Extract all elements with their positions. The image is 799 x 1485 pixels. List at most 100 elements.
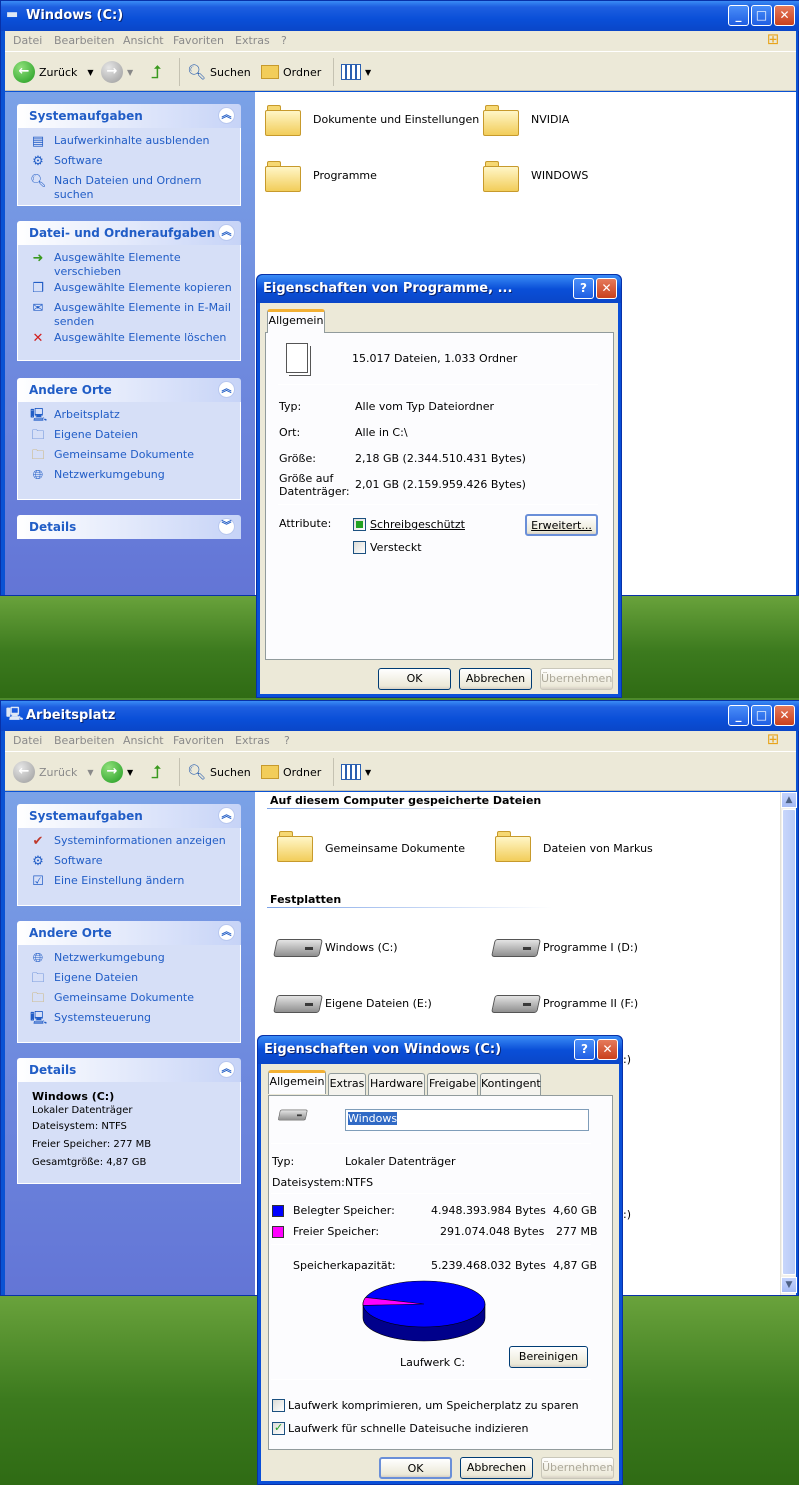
menu-ansicht[interactable]: Ansicht bbox=[123, 34, 164, 47]
task-move-items[interactable]: ➜ Ausgewählte Elemente verschieben bbox=[18, 251, 240, 281]
drive-label[interactable]: Eigene Dateien (E:) bbox=[325, 997, 432, 1010]
menu-favoriten[interactable]: Favoriten bbox=[173, 34, 224, 47]
dialog-title-bar[interactable]: Eigenschaften von Programme, ... ? ✕ bbox=[257, 275, 621, 303]
close-button[interactable]: ✕ bbox=[596, 278, 617, 299]
panel-header[interactable]: Systemaufgaben ︽ bbox=[17, 804, 241, 828]
hidden-checkbox[interactable] bbox=[353, 541, 366, 554]
place-eigene-dateien[interactable]: 🗀 Eigene Dateien bbox=[18, 428, 240, 448]
task-copy-items[interactable]: ❐ Ausgewählte Elemente kopieren bbox=[18, 281, 240, 301]
cancel-button[interactable]: Abbrechen bbox=[459, 668, 532, 690]
place-gemeinsame-dokumente[interactable]: 🗀 Gemeinsame Dokumente bbox=[18, 448, 240, 468]
folders-button[interactable]: Ordner bbox=[261, 760, 321, 784]
folder-label[interactable]: Dateien von Markus bbox=[543, 842, 653, 855]
drive-label-partial[interactable]: :) bbox=[623, 1053, 631, 1066]
task-software[interactable]: ⚙ Software bbox=[18, 154, 240, 174]
maximize-button[interactable]: □ bbox=[751, 5, 772, 26]
drive-label[interactable]: Programme II (F:) bbox=[543, 997, 638, 1010]
advanced-button[interactable]: Erweitert... bbox=[525, 514, 598, 536]
close-button[interactable]: ✕ bbox=[774, 705, 795, 726]
tab-allgemein[interactable]: Allgemein bbox=[268, 1070, 326, 1094]
collapse-icon[interactable]: ︽ bbox=[218, 381, 235, 398]
up-folder-button[interactable]: ⮥ bbox=[151, 760, 162, 784]
dialog-title-bar[interactable]: Eigenschaften von Windows (C:) ? ✕ bbox=[258, 1036, 622, 1064]
menu-favoriten[interactable]: Favoriten bbox=[173, 734, 224, 747]
menu-datei[interactable]: Datei bbox=[13, 34, 42, 47]
collapse-icon[interactable]: ︽ bbox=[218, 924, 235, 941]
menu-bearbeiten[interactable]: Bearbeiten bbox=[54, 734, 114, 747]
back-button[interactable]: ← Zurück ▼ bbox=[13, 60, 94, 84]
folder-label[interactable]: Gemeinsame Dokumente bbox=[325, 842, 465, 855]
close-button[interactable]: ✕ bbox=[597, 1039, 618, 1060]
search-button[interactable]: 🔍︎ Suchen bbox=[187, 760, 251, 784]
folder-label[interactable]: Dokumente und Einstellungen bbox=[313, 113, 479, 126]
folder-icon[interactable] bbox=[265, 104, 301, 136]
title-bar[interactable]: ▬ Windows (C:) _ □ ✕ bbox=[1, 1, 799, 31]
place-netzwerkumgebung[interactable]: 🌐︎ Netzwerkumgebung bbox=[18, 468, 240, 488]
help-button[interactable]: ? bbox=[574, 1039, 595, 1060]
tab-kontingent[interactable]: Kontingent bbox=[480, 1073, 541, 1095]
menu-bearbeiten[interactable]: Bearbeiten bbox=[54, 34, 114, 47]
place-systemsteuerung[interactable]: 🖳 Systemsteuerung bbox=[18, 1011, 240, 1031]
minimize-button[interactable]: _ bbox=[728, 705, 749, 726]
views-button[interactable]: ▼ bbox=[341, 60, 371, 84]
task-software[interactable]: ⚙ Software bbox=[18, 854, 240, 874]
task-search-files[interactable]: 🔍︎ Nach Dateien und Ordnern suchen bbox=[18, 174, 240, 201]
scroll-thumb[interactable] bbox=[782, 809, 796, 1275]
minimize-button[interactable]: _ bbox=[728, 5, 749, 26]
tab-allgemein[interactable]: Allgemein bbox=[267, 309, 325, 333]
hard-drive-icon[interactable] bbox=[491, 933, 541, 959]
close-button[interactable]: ✕ bbox=[774, 5, 795, 26]
place-netzwerkumgebung[interactable]: 🌐︎ Netzwerkumgebung bbox=[18, 951, 240, 971]
hard-drive-icon[interactable] bbox=[273, 989, 323, 1015]
task-system-info[interactable]: ✔ Systeminformationen anzeigen bbox=[18, 834, 240, 854]
task-hide-drive-contents[interactable]: ▤ Laufwerkinhalte ausblenden bbox=[18, 134, 240, 154]
views-button[interactable]: ▼ bbox=[341, 760, 371, 784]
scroll-up-arrow[interactable]: ▲ bbox=[781, 792, 797, 808]
menu-help[interactable]: ? bbox=[281, 34, 287, 47]
menu-datei[interactable]: Datei bbox=[13, 734, 42, 747]
forward-button[interactable]: → ▼ bbox=[101, 760, 133, 784]
collapse-icon[interactable]: ︽ bbox=[218, 107, 235, 124]
folder-label[interactable]: Programme bbox=[313, 169, 377, 182]
drive-label[interactable]: Programme I (D:) bbox=[543, 941, 638, 954]
folder-icon[interactable] bbox=[483, 160, 519, 192]
task-change-setting[interactable]: ☑ Eine Einstellung ändern bbox=[18, 874, 240, 894]
folder-label[interactable]: WINDOWS bbox=[531, 169, 588, 182]
expand-icon[interactable]: ︾ bbox=[218, 518, 235, 535]
panel-header[interactable]: Andere Orte ︽ bbox=[17, 378, 241, 402]
up-folder-button[interactable]: ⮥ bbox=[151, 60, 162, 84]
place-arbeitsplatz[interactable]: 🖳 Arbeitsplatz bbox=[18, 408, 240, 428]
task-delete-items[interactable]: ✕ Ausgewählte Elemente löschen bbox=[18, 331, 240, 351]
tab-freigabe[interactable]: Freigabe bbox=[427, 1073, 478, 1095]
place-eigene-dateien[interactable]: 🗀 Eigene Dateien bbox=[18, 971, 240, 991]
folder-icon[interactable] bbox=[483, 104, 519, 136]
menu-extras[interactable]: Extras bbox=[235, 734, 270, 747]
title-bar[interactable]: 🖳 Arbeitsplatz _ □ ✕ bbox=[1, 701, 799, 731]
help-button[interactable]: ? bbox=[573, 278, 594, 299]
place-gemeinsame-dokumente[interactable]: 🗀 Gemeinsame Dokumente bbox=[18, 991, 240, 1011]
search-button[interactable]: 🔍︎ Suchen bbox=[187, 60, 251, 84]
cancel-button[interactable]: Abbrechen bbox=[460, 1457, 533, 1479]
forward-button[interactable]: → ▼ bbox=[101, 60, 133, 84]
volume-name-input[interactable]: Windows bbox=[345, 1109, 589, 1131]
menu-help[interactable]: ? bbox=[284, 734, 290, 747]
panel-header[interactable]: Details ︾ bbox=[17, 515, 241, 539]
ok-button[interactable]: OK bbox=[378, 668, 451, 690]
folder-label[interactable]: NVIDIA bbox=[531, 113, 569, 126]
collapse-icon[interactable]: ︽ bbox=[218, 224, 235, 241]
collapse-icon[interactable]: ︽ bbox=[218, 1061, 235, 1078]
menu-extras[interactable]: Extras bbox=[235, 34, 270, 47]
index-checkbox[interactable] bbox=[272, 1421, 285, 1435]
folders-button[interactable]: Ordner bbox=[261, 60, 321, 84]
scroll-down-arrow[interactable]: ▼ bbox=[781, 1277, 797, 1293]
tab-hardware[interactable]: Hardware bbox=[368, 1073, 425, 1095]
readonly-checkbox[interactable] bbox=[353, 518, 366, 531]
panel-header[interactable]: Systemaufgaben ︽ bbox=[17, 104, 241, 128]
panel-header[interactable]: Datei- und Ordneraufgaben ︽ bbox=[17, 221, 241, 245]
maximize-button[interactable]: □ bbox=[751, 705, 772, 726]
folder-icon[interactable] bbox=[277, 830, 313, 862]
ok-button[interactable]: OK bbox=[379, 1457, 452, 1479]
folder-icon[interactable] bbox=[265, 160, 301, 192]
menu-ansicht[interactable]: Ansicht bbox=[123, 734, 164, 747]
drive-label[interactable]: Windows (C:) bbox=[325, 941, 398, 954]
